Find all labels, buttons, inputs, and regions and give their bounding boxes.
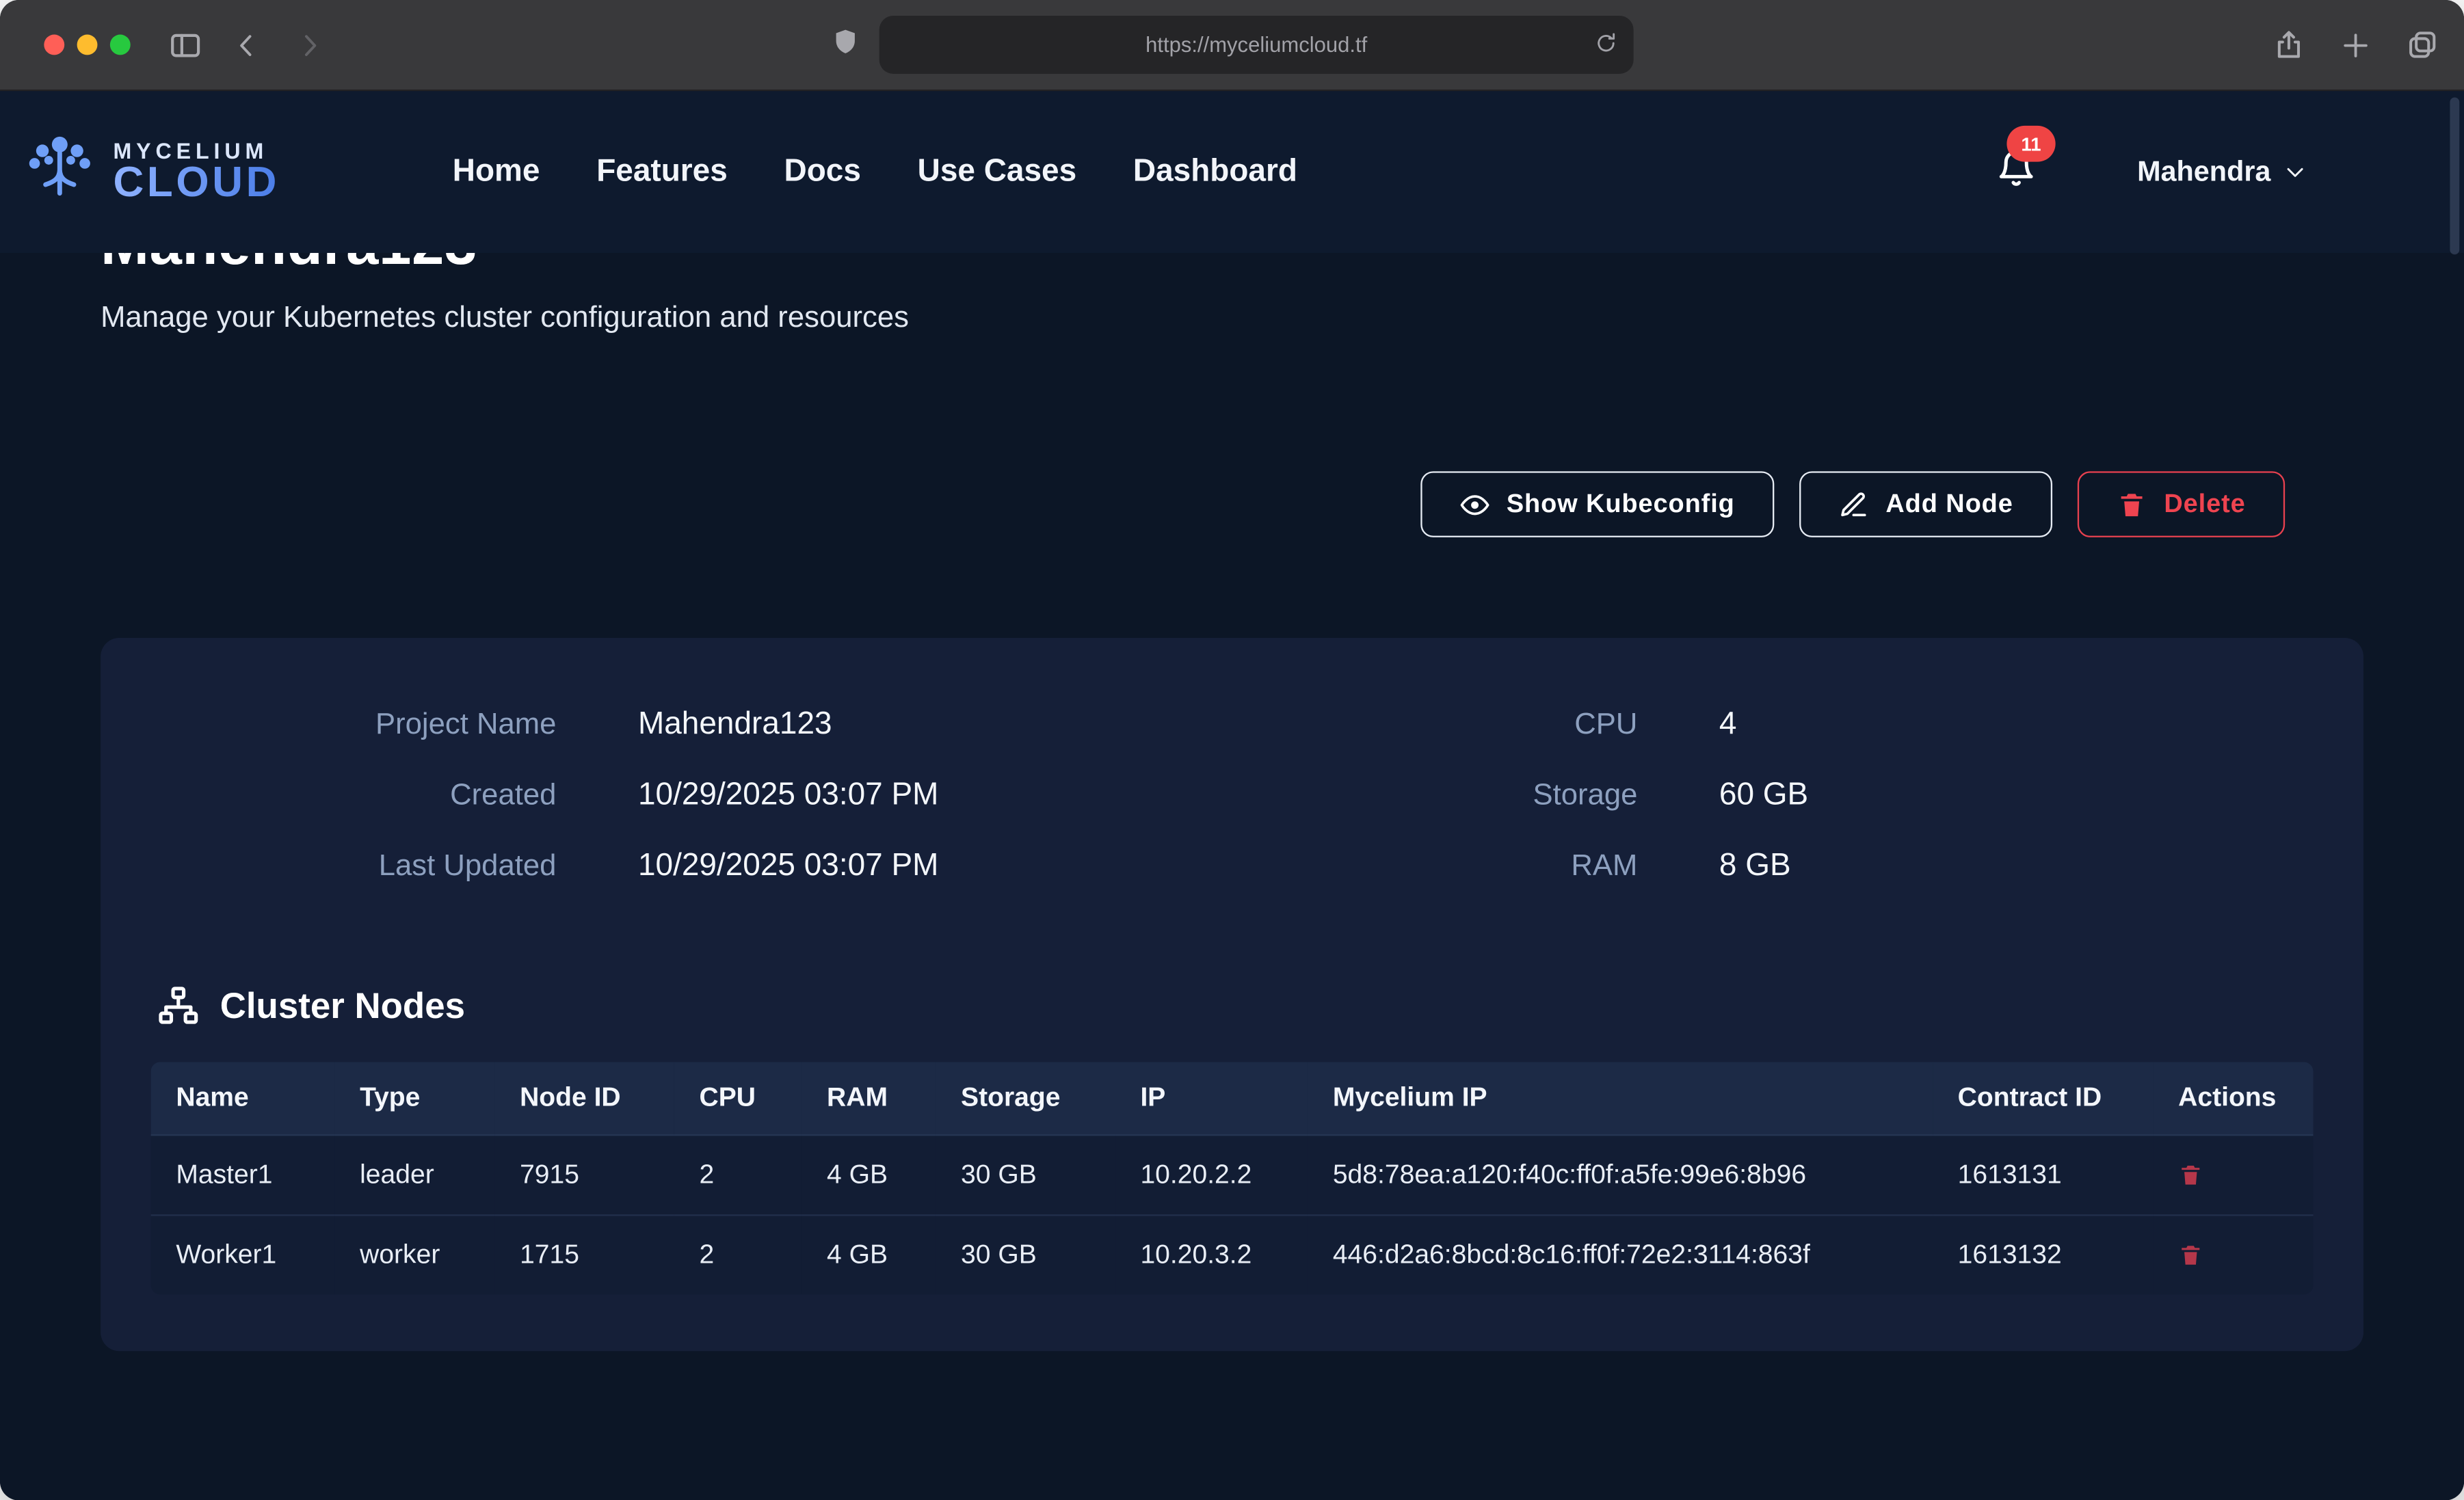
cluster-stats: Project Name Mahendra123 Created 10/29/2… <box>151 707 2314 919</box>
nav-item-home[interactable]: Home <box>453 154 540 190</box>
user-name: Mahendra <box>2137 155 2270 188</box>
stats-left-column: Project Name Mahendra123 Created 10/29/2… <box>151 707 1232 919</box>
table-row: Master1 leader 7915 2 4 GB 30 GB 10.20.2… <box>151 1135 2314 1215</box>
delete-cluster-button[interactable]: Delete <box>2078 471 2285 537</box>
cluster-nodes-heading: Cluster Nodes <box>157 985 2314 1028</box>
stats-right-column: CPU 4 Storage 60 GB RAM 8 GB <box>1232 707 2314 919</box>
col-mycelium-ip: Mycelium IP <box>1308 1062 1933 1135</box>
col-storage: Storage <box>936 1062 1115 1135</box>
url-text: https://myceliumcloud.tf <box>1145 33 1367 56</box>
sidebar-toggle-icon[interactable] <box>168 27 203 62</box>
logo-word-cloud: CLOUD <box>113 162 280 204</box>
page-body: MYCELIUM CLOUD Home Features Docs Use Ca… <box>0 91 2464 1500</box>
col-node-id: Node ID <box>494 1062 674 1135</box>
table-header-row: Name Type Node ID CPU RAM Storage IP Myc… <box>151 1062 2314 1135</box>
reload-icon[interactable] <box>1594 31 1617 59</box>
stat-created: Created 10/29/2025 03:07 PM <box>151 777 1232 848</box>
show-kubeconfig-button[interactable]: Show Kubeconfig <box>1420 471 1774 537</box>
col-actions: Actions <box>2153 1062 2313 1135</box>
privacy-shield-icon[interactable] <box>830 25 860 66</box>
nav-item-dashboard[interactable]: Dashboard <box>1133 154 1297 190</box>
col-ip: IP <box>1115 1062 1308 1135</box>
nav-item-docs[interactable]: Docs <box>784 154 861 190</box>
trash-icon <box>2117 490 2147 520</box>
new-tab-icon[interactable] <box>2340 29 2372 61</box>
main-nav: Home Features Docs Use Cases Dashboard <box>453 154 1297 190</box>
pencil-icon <box>1838 490 1868 520</box>
forward-button[interactable] <box>294 29 326 61</box>
col-cpu: CPU <box>674 1062 802 1135</box>
browser-window: https://myceliumcloud.tf <box>0 0 2464 1500</box>
zoom-window-button[interactable] <box>110 35 131 55</box>
col-contract-id: Contract ID <box>1933 1062 2153 1135</box>
dashboard-content: Mahendra123 Manage your Kubernetes clust… <box>0 212 2464 1351</box>
col-ram: RAM <box>802 1062 936 1135</box>
user-menu[interactable]: Mahendra <box>2137 155 2307 188</box>
page-subtitle: Manage your Kubernetes cluster configura… <box>101 302 2363 336</box>
back-button[interactable] <box>231 29 263 61</box>
stat-ram: RAM 8 GB <box>1232 848 2314 919</box>
eye-icon <box>1459 490 1489 520</box>
add-node-button[interactable]: Add Node <box>1799 471 2052 537</box>
close-window-button[interactable] <box>44 35 64 55</box>
traffic-lights <box>44 35 130 55</box>
mycelium-logo-icon <box>22 131 97 214</box>
stat-storage: Storage 60 GB <box>1232 777 2314 848</box>
col-type: Type <box>334 1062 494 1135</box>
tab-overview-icon[interactable] <box>2406 28 2439 61</box>
col-name: Name <box>151 1062 335 1135</box>
table-row: Worker1 worker 1715 2 4 GB 30 GB 10.20.3… <box>151 1215 2314 1294</box>
nav-item-features[interactable]: Features <box>596 154 728 190</box>
nav-item-use-cases[interactable]: Use Cases <box>918 154 1077 190</box>
notification-badge: 11 <box>2006 126 2055 162</box>
share-icon[interactable] <box>2273 28 2305 61</box>
trash-icon <box>2178 1161 2203 1189</box>
delete-node-button[interactable] <box>2178 1161 2203 1189</box>
minimize-window-button[interactable] <box>77 35 98 55</box>
browser-toolbar: https://myceliumcloud.tf <box>0 0 2464 91</box>
trash-icon <box>2178 1241 2203 1269</box>
stat-project-name: Project Name Mahendra123 <box>151 707 1232 777</box>
cluster-nodes-table: Name Type Node ID CPU RAM Storage IP Myc… <box>151 1062 2314 1294</box>
site-logo[interactable]: MYCELIUM CLOUD <box>22 131 280 214</box>
cluster-actions: Show Kubeconfig Add Node Delete <box>101 471 2363 537</box>
page-scrollbar[interactable] <box>2450 97 2459 254</box>
cluster-details-card: Project Name Mahendra123 Created 10/29/2… <box>101 638 2363 1351</box>
address-bar[interactable]: https://myceliumcloud.tf <box>879 16 1634 74</box>
site-header: MYCELIUM CLOUD Home Features Docs Use Ca… <box>0 91 2464 253</box>
stat-last-updated: Last Updated 10/29/2025 03:07 PM <box>151 848 1232 919</box>
delete-node-button[interactable] <box>2178 1241 2203 1269</box>
notifications-button[interactable]: 11 <box>1996 148 2037 196</box>
cluster-hierarchy-icon <box>157 985 200 1028</box>
chevron-down-icon <box>2283 160 2307 183</box>
stat-cpu: CPU 4 <box>1232 707 2314 777</box>
